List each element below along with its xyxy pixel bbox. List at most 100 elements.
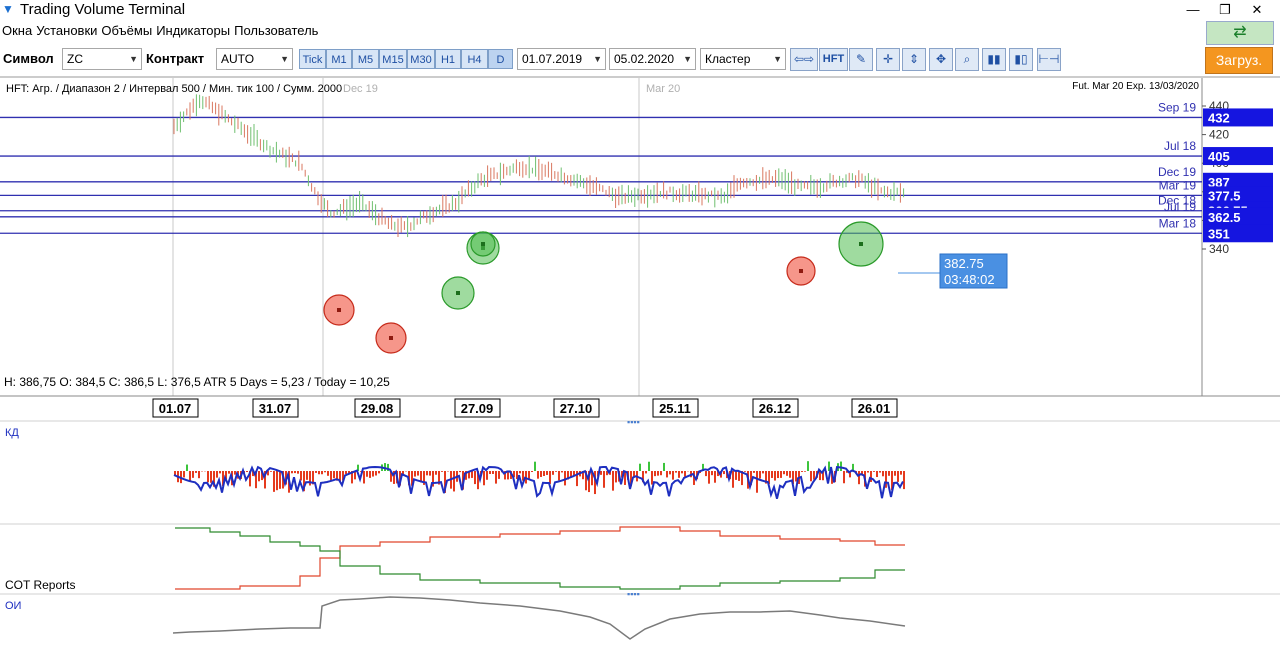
kd-bar (189, 471, 191, 482)
kd-bar (306, 471, 308, 480)
kd-bar (735, 471, 737, 480)
signal-dot (481, 242, 485, 246)
date-label: 26.01 (858, 401, 891, 416)
vertical-zoom-button[interactable]: ⇕ (902, 48, 926, 71)
kd-bar (612, 471, 614, 491)
menu-user[interactable]: Пользователь (232, 21, 320, 41)
kd-bar (762, 471, 764, 474)
tf-m5-button[interactable]: M5 (352, 49, 379, 69)
fit-button[interactable]: ✥ (929, 48, 953, 71)
close-button[interactable]: ✕ (1240, 0, 1274, 20)
menu-indicators[interactable]: Индикаторы (154, 21, 232, 41)
level-label: Jul 19 (1164, 200, 1196, 214)
volume-button[interactable]: ▮▯ (1009, 48, 1033, 71)
tf-tick-button[interactable]: Tick (299, 49, 326, 69)
chart-mode-value: Кластер (705, 52, 751, 66)
splitter-handle[interactable]: ▪▪▪▪ (627, 417, 640, 427)
zoom-button[interactable]: ⌕ (955, 48, 979, 71)
kd-bar (459, 471, 461, 473)
restore-button[interactable]: ❐ (1208, 0, 1242, 20)
date-from-picker[interactable]: 01.07.2019 ▼ (517, 48, 606, 70)
draw-button[interactable]: ✎ (849, 48, 873, 71)
level-price: 432 (1208, 110, 1230, 125)
range-button[interactable]: ⊢⊣ (1037, 48, 1061, 71)
kd-bar (558, 471, 560, 481)
splitter-handle[interactable]: ▪▪▪▪ (627, 589, 640, 599)
kd-bar (723, 471, 725, 475)
refresh-button[interactable]: ⇄ (1206, 21, 1274, 45)
kd-bar (549, 471, 551, 484)
kd-bar (879, 471, 881, 473)
kd-bar (708, 471, 710, 484)
chart-mode-combo[interactable]: Кластер ▼ (700, 48, 786, 70)
refresh-icon: ⇄ (1233, 24, 1247, 41)
tf-h4-button[interactable]: H4 (461, 49, 488, 69)
kd-bar (327, 471, 329, 476)
kd-bar (672, 471, 674, 480)
date-to-picker[interactable]: 05.02.2020 ▼ (609, 48, 696, 70)
kd-bar (345, 471, 347, 475)
tf-d-button[interactable]: D (488, 49, 513, 69)
contract-combo[interactable]: AUTO ▼ (216, 48, 293, 70)
kd-bar (375, 471, 377, 476)
chevron-down-icon: ▼ (773, 54, 782, 64)
cluster-button[interactable]: ▮▮ (982, 48, 1006, 71)
kd-bar (771, 471, 773, 478)
price-tick-label: 340 (1209, 242, 1229, 256)
kd-bar (210, 471, 212, 483)
date-label: 27.10 (560, 401, 593, 416)
date-label: 25.11 (659, 401, 691, 416)
hft-button[interactable]: HFT (819, 48, 848, 71)
vline-label: Mar 20 (646, 83, 680, 95)
kd-bar (228, 471, 230, 474)
kd-bar (324, 471, 326, 473)
chart-area[interactable]: Dec 19 Mar 20 HFT: Агр. / Диапазон 2 / И… (0, 76, 1280, 650)
tf-m30-button[interactable]: M30 (407, 49, 435, 69)
minimize-button[interactable]: — (1176, 0, 1210, 20)
kd-bar (714, 471, 716, 483)
menu-windows[interactable]: Окна (0, 21, 34, 41)
kd-bar (759, 471, 761, 479)
kd-bar (804, 471, 806, 472)
contract-value: AUTO (221, 52, 255, 66)
magnifier-icon: ⌕ (963, 52, 971, 66)
crosshair-button[interactable]: ✛ (876, 48, 900, 71)
kd-bar (756, 471, 758, 493)
kd-bar (234, 471, 236, 475)
date-label: 26.12 (759, 401, 792, 416)
kd-bar (333, 471, 335, 479)
level-price: 351 (1208, 226, 1230, 241)
kd-bar (897, 471, 899, 482)
menu-volumes[interactable]: Объёмы (99, 21, 154, 41)
signal-dot (799, 269, 803, 273)
menu-settings[interactable]: Установки (34, 21, 99, 41)
kd-bar (873, 471, 875, 472)
kd-bar (534, 461, 536, 471)
kd-bar (483, 471, 485, 486)
kd-bar (246, 471, 248, 473)
kd-bar (675, 471, 677, 473)
kd-bar (315, 471, 317, 473)
kd-bar (645, 471, 647, 474)
level-price: 377.5 (1208, 188, 1241, 203)
kd-bar (648, 461, 650, 471)
kd-bar (519, 471, 521, 474)
kd-bar (384, 463, 386, 471)
kd-bar (858, 471, 860, 485)
kd-bar (780, 471, 782, 478)
kd-bar (561, 471, 563, 473)
date-to-value: 05.02.2020 (614, 52, 675, 66)
kd-bar (330, 471, 332, 482)
vertical-arrows-icon: ⇕ (908, 52, 920, 66)
kd-bar (840, 461, 842, 471)
tf-m1-button[interactable]: M1 (326, 49, 352, 69)
scroll-arrows-button[interactable]: ⇦⇨ (790, 48, 818, 71)
symbol-combo[interactable]: ZC ▼ (62, 48, 142, 70)
kd-bar (279, 471, 281, 489)
contract-label: Контракт (146, 51, 205, 66)
kd-bar (876, 471, 878, 478)
tf-h1-button[interactable]: H1 (435, 49, 461, 69)
load-button[interactable]: Загруз. (1205, 47, 1273, 74)
tf-m15-button[interactable]: M15 (379, 49, 407, 69)
date-from-value: 01.07.2019 (522, 52, 583, 66)
